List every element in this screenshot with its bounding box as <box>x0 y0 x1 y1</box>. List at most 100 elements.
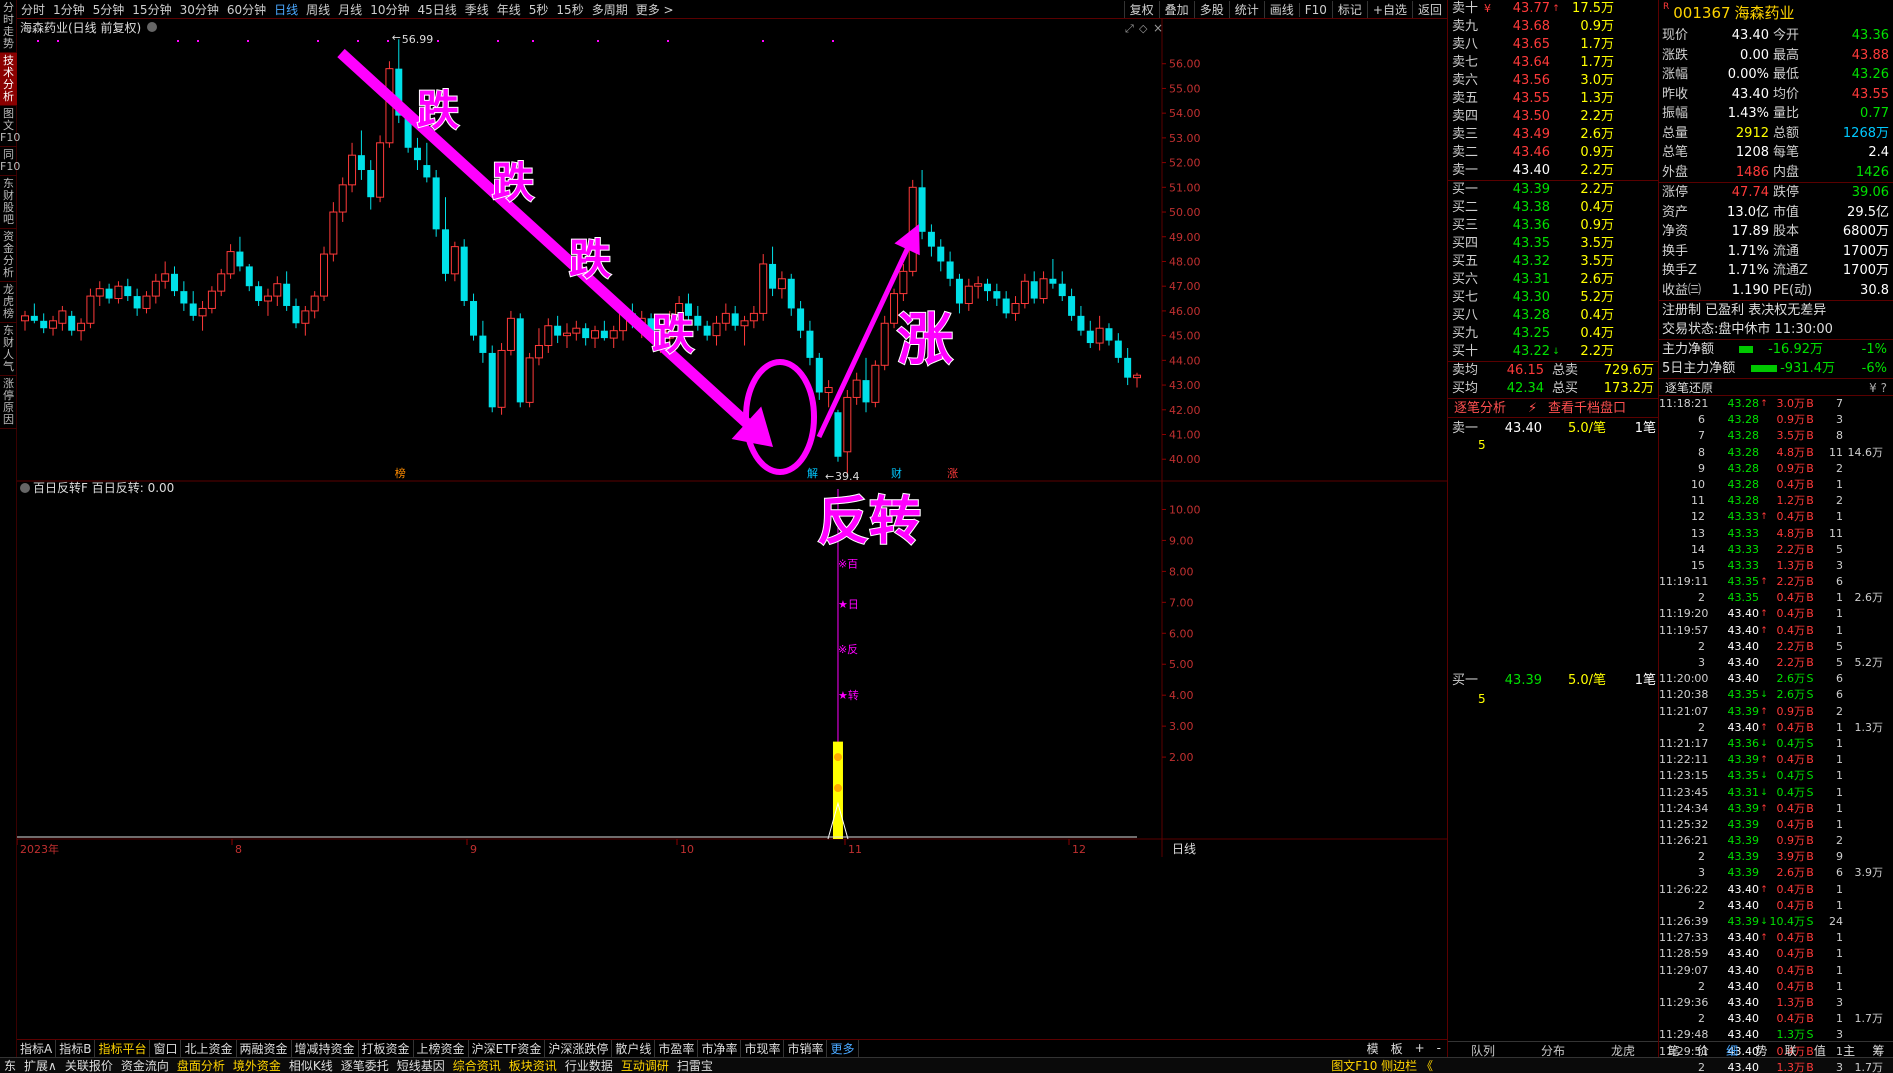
left-nav-item[interactable]: 东财股吧 <box>0 176 17 229</box>
tool-button[interactable]: 统计 <box>1228 1 1264 18</box>
period-tab[interactable]: 15分钟 <box>128 1 175 18</box>
bid-row[interactable]: 买七 43.30 5.2万 <box>1448 289 1658 307</box>
ask-row[interactable]: 卖四 43.50 2.2万 <box>1448 108 1658 126</box>
indicator-tab[interactable]: 市现率 <box>741 1039 785 1057</box>
period-tab[interactable]: 周线 <box>302 1 334 18</box>
period-tab[interactable]: 季线 <box>461 1 493 18</box>
quote-bottom-tab[interactable]: 价 <box>1697 1042 1709 1058</box>
indicator-tab[interactable]: 打板资金 <box>359 1039 414 1057</box>
kline-chart[interactable]: 海森药业(日线 前复权) ⤢ ◇ × 56.00 55.00 54.00 53.00 52.00… <box>17 19 1447 1039</box>
indicator-tab[interactable]: 两融资金 <box>237 1039 292 1057</box>
left-nav-item[interactable]: 分时走势 <box>0 0 17 53</box>
ticks-controls[interactable]: ¥ ? <box>1869 379 1893 395</box>
period-tab[interactable]: 月线 <box>334 1 366 18</box>
tool-button[interactable]: 返回 <box>1411 1 1447 18</box>
period-tab[interactable]: 15秒 <box>552 1 587 18</box>
ob-bottom-tab[interactable]: 龙虎 <box>1611 1042 1635 1058</box>
tab-trade-analysis[interactable]: 逐笔分析 <box>1448 399 1528 417</box>
period-tab[interactable]: 更多 > <box>632 1 678 18</box>
bottom-bar-item[interactable]: 板块资讯 <box>505 1057 561 1073</box>
bottom-bar-item[interactable]: 东 <box>0 1057 20 1073</box>
period-tab[interactable]: 5分钟 <box>89 1 129 18</box>
indicator-tab[interactable]: 窗口 <box>150 1039 182 1057</box>
bid-row[interactable]: 买九 43.25 0.4万 <box>1448 325 1658 343</box>
ob-bottom-tab[interactable]: 分布 <box>1541 1042 1565 1058</box>
indicator-tab[interactable]: 市销率 <box>784 1039 828 1057</box>
bottom-bar-item[interactable]: 盘面分析 <box>173 1057 229 1073</box>
ask-row[interactable]: 卖六 43.56 3.0万 <box>1448 72 1658 90</box>
indicator-tab[interactable]: 市盈率 <box>655 1039 699 1057</box>
indicator-tab[interactable]: 沪深涨跌停 <box>545 1039 613 1057</box>
quote-bottom-tab[interactable]: 筹 <box>1872 1042 1884 1058</box>
period-tab[interactable]: 10分钟 <box>366 1 413 18</box>
quote-bottom-tab[interactable]: 势 <box>1755 1042 1767 1058</box>
quote-bottom-tab[interactable]: 联 <box>1785 1042 1797 1058</box>
bottom-bar-item[interactable]: 关联报价 <box>61 1057 117 1073</box>
indicator-tab[interactable]: 北上资金 <box>181 1039 237 1057</box>
indicator-tab[interactable]: 更多 <box>827 1039 859 1057</box>
panel-control[interactable]: + <box>1409 1041 1431 1055</box>
stock-name[interactable]: 海森药业 <box>1731 0 1795 26</box>
tool-button[interactable]: F10 <box>1298 2 1332 17</box>
panel-control[interactable]: 板 <box>1385 1040 1409 1057</box>
period-tab[interactable]: 日线 <box>270 1 302 18</box>
bottom-bar-item[interactable]: 境外资金 <box>229 1057 285 1073</box>
bottom-bar-item[interactable]: 综合资讯 <box>449 1057 505 1073</box>
settings-icon[interactable] <box>20 483 30 493</box>
ask-row[interactable]: 卖九 43.68 0.9万 <box>1448 18 1658 36</box>
quote-bottom-tab[interactable]: 笔 <box>1668 1042 1680 1058</box>
bid-row[interactable]: 买一 43.39 2.2万 <box>1448 181 1658 199</box>
bid-row[interactable]: 买十 43.22 ↓ 2.2万 <box>1448 343 1658 361</box>
tool-button[interactable]: 叠加 <box>1158 1 1194 18</box>
ask-row[interactable]: 卖三 43.49 2.6万 <box>1448 126 1658 144</box>
bid-row[interactable]: 买三 43.36 0.9万 <box>1448 217 1658 235</box>
ask-row[interactable]: 卖一 43.40 2.2万 <box>1448 162 1658 180</box>
bottom-bar-item[interactable]: 互动调研 <box>617 1057 673 1073</box>
tool-button[interactable]: +自选 <box>1366 1 1412 18</box>
left-nav-item[interactable]: 涨停原因 <box>0 376 17 429</box>
quote-bottom-tab[interactable]: 主 <box>1843 1042 1855 1058</box>
left-nav-item[interactable]: 同F10 <box>0 147 20 176</box>
ask-row[interactable]: 卖十 ¥43.77 ↑ 17.5万 <box>1448 0 1658 18</box>
period-tab[interactable]: 60分钟 <box>223 1 270 18</box>
bottom-bar-item[interactable]: 相似K线 <box>285 1057 337 1073</box>
settings-icon[interactable] <box>147 22 157 32</box>
ob-bottom-tab[interactable]: 队列 <box>1471 1042 1495 1058</box>
panel-control[interactable]: - <box>1431 1041 1447 1055</box>
bottom-bar-item[interactable]: 行业数据 <box>561 1057 617 1073</box>
left-nav-item[interactable]: 东财人气 <box>0 323 17 376</box>
bid-row[interactable]: 买四 43.35 3.5万 <box>1448 235 1658 253</box>
ask-row[interactable]: 卖八 43.65 1.7万 <box>1448 36 1658 54</box>
bid-row[interactable]: 买八 43.28 0.4万 <box>1448 307 1658 325</box>
tool-button[interactable]: 复权 <box>1123 1 1159 18</box>
indicator-tab[interactable]: 指标平台 <box>95 1039 151 1057</box>
indicator-tab[interactable]: 指标A <box>17 1039 57 1057</box>
indicator-tab[interactable]: 市净率 <box>698 1039 742 1057</box>
period-tab[interactable]: 多周期 <box>588 1 632 18</box>
bottom-bar-item[interactable]: 扫雷宝 <box>673 1057 717 1073</box>
tool-button[interactable]: 多股 <box>1193 1 1229 18</box>
tab-depth[interactable]: 查看千档盘口 <box>1548 399 1658 417</box>
left-nav-item[interactable]: 龙虎榜 <box>0 282 17 323</box>
left-nav-item[interactable]: 图文F10 <box>0 106 20 147</box>
indicator-tab[interactable]: 指标B <box>56 1039 96 1057</box>
period-tab[interactable]: 年线 <box>493 1 525 18</box>
bid-row[interactable]: 买二 43.38 0.4万 <box>1448 199 1658 217</box>
indicator-tab[interactable]: 沪深ETF资金 <box>469 1039 546 1057</box>
quote-bottom-tab[interactable]: 细 <box>1726 1042 1738 1058</box>
period-tab[interactable]: 45日线 <box>413 1 460 18</box>
ask-row[interactable]: 卖七 43.64 1.7万 <box>1448 54 1658 72</box>
ask-row[interactable]: 卖五 43.55 1.3万 <box>1448 90 1658 108</box>
quote-bottom-tab[interactable]: 值 <box>1814 1042 1826 1058</box>
left-nav-item[interactable]: 技术分析 <box>0 53 17 106</box>
bid-row[interactable]: 买六 43.31 2.6万 <box>1448 271 1658 289</box>
bottom-bar-item[interactable]: 短线基因 <box>393 1057 449 1073</box>
bottom-bar-item[interactable]: 扩展∧ <box>20 1057 61 1073</box>
indicator-tab[interactable]: 增减持资金 <box>292 1039 359 1057</box>
indicator-tab[interactable]: 上榜资金 <box>414 1039 469 1057</box>
indicator-tab[interactable]: 散户线 <box>612 1039 656 1057</box>
tool-button[interactable]: 标记 <box>1331 1 1367 18</box>
left-nav-item[interactable]: 资金分析 <box>0 229 17 282</box>
bottom-bar-item[interactable]: 逐笔委托 <box>337 1057 393 1073</box>
bid-row[interactable]: 买五 43.32 3.5万 <box>1448 253 1658 271</box>
